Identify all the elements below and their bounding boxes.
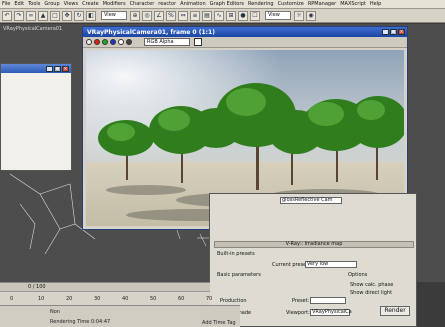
link-icon[interactable]: ∞	[26, 10, 36, 21]
redo-icon[interactable]: ↷	[14, 10, 24, 21]
app-window: File Edit Tools Group Views Create Modifiers Ch…	[0, 0, 445, 327]
add-time-tag[interactable]: Add Time Tag	[202, 320, 236, 326]
frame-buffer-toolbar: RGB Alpha	[83, 37, 407, 48]
mirror-icon[interactable]: ⇔	[178, 10, 188, 21]
menu-item-file[interactable]: File	[2, 0, 10, 9]
frame-buffer-title: VRayPhysicalCamera01, frame 0 (1:1)	[87, 28, 215, 36]
dialog-title-bar: _ □ ×	[1, 64, 71, 73]
menu-item-rpmanager[interactable]: RPManager	[308, 0, 336, 9]
basic-parameters-label: Basic parameters	[217, 272, 261, 278]
menu-item-reactor[interactable]: reactor	[158, 0, 176, 9]
select-region-icon[interactable]: □	[50, 10, 60, 21]
selection-status: Non	[50, 309, 60, 315]
menu-item-tools[interactable]: Tools	[28, 0, 40, 9]
floating-dialog: _ □ ×	[0, 63, 72, 171]
main-toolbar: ↶ ↷ ∞ ▲ □ ✥ ↻ ◧ View ⊕ ◎ ∠ % ⇔ ≡ ▤ ∿ ⊞ ●…	[0, 9, 445, 23]
blue-channel-icon[interactable]	[110, 39, 116, 45]
status-bar: Non Rendering Time 0:04:47	[0, 305, 210, 327]
preset-select[interactable]	[310, 297, 346, 304]
menu-item-maxscript[interactable]: MAXScript	[340, 0, 366, 9]
angle-snap-icon[interactable]: ∠	[154, 10, 164, 21]
time-tag-area: Add Time Tag	[200, 305, 240, 327]
show-direct-light-checkbox[interactable]: Show direct light	[350, 290, 392, 296]
menu-item-graph-editors[interactable]: Graph Editors	[210, 0, 244, 9]
frame-buffer-title-bar: VRayPhysicalCamera01, frame 0 (1:1) _ □ …	[83, 27, 407, 37]
irradiance-map-rollout[interactable]: V-Ray:: Irradiance map	[214, 241, 414, 248]
trackbar-tick-label: 50	[150, 296, 157, 302]
render-type-select[interactable]: View	[265, 11, 291, 20]
render-setup-icon[interactable]: ☐	[250, 10, 260, 21]
trackbar-tick-label: 40	[122, 296, 129, 302]
minimize-icon[interactable]: _	[46, 65, 53, 72]
menu-item-group[interactable]: Group	[44, 0, 59, 9]
menu-item-animation[interactable]: Animation	[180, 0, 206, 9]
rendering-time: Rendering Time 0:04:47	[50, 319, 111, 325]
trackbar-tick-label: 0	[10, 296, 14, 302]
menu-item-character[interactable]: Character	[130, 0, 155, 9]
rotate-icon[interactable]: ↻	[74, 10, 84, 21]
built-in-presets-label: Built-in presets	[217, 251, 255, 257]
undo-icon[interactable]: ↶	[2, 10, 12, 21]
trackbar-tick-label: 30	[94, 296, 101, 302]
maximize-icon[interactable]: □	[54, 65, 61, 72]
move-icon[interactable]: ✥	[62, 10, 72, 21]
layer-icon[interactable]: ▤	[202, 10, 212, 21]
render-button[interactable]: Render	[380, 306, 410, 316]
reference-coordinate-select[interactable]: View	[101, 11, 127, 20]
color-swatch[interactable]	[194, 38, 202, 46]
trackbar-tick-label: 70	[206, 296, 213, 302]
menu-item-create[interactable]: Create	[82, 0, 99, 9]
menu-item-modifiers[interactable]: Modifiers	[103, 0, 126, 9]
quick-render-icon[interactable]: ☼	[294, 10, 304, 21]
mono-icon[interactable]	[126, 39, 132, 45]
curve-editor-icon[interactable]: ∿	[214, 10, 224, 21]
channel-select[interactable]: RGB Alpha	[144, 38, 190, 46]
maximize-icon[interactable]: □	[390, 29, 397, 35]
menu-item-views[interactable]: Views	[64, 0, 78, 9]
show-calc-phase-checkbox[interactable]: Show calc. phase	[350, 282, 393, 288]
close-icon[interactable]: ×	[398, 29, 405, 35]
trackbar-tick-label: 20	[66, 296, 73, 302]
time-slider[interactable]: 0 / 100	[0, 282, 210, 291]
alpha-channel-icon[interactable]	[118, 39, 124, 45]
scale-icon[interactable]: ◧	[86, 10, 96, 21]
schematic-icon[interactable]: ⊞	[226, 10, 236, 21]
top-field[interactable]: glossReflective Cam	[280, 197, 342, 204]
close-icon[interactable]: ×	[62, 65, 69, 72]
menu-item-rendering[interactable]: Rendering	[248, 0, 274, 9]
menu-item-help[interactable]: Help	[370, 0, 381, 9]
red-channel-toggle[interactable]	[86, 39, 92, 45]
minimize-icon[interactable]: _	[382, 29, 389, 35]
pivot-icon[interactable]: ⊕	[130, 10, 140, 21]
render-icon[interactable]: ◉	[306, 10, 316, 21]
viewport-select[interactable]: VRayPhysicalCa	[310, 309, 352, 316]
material-editor-icon[interactable]: ●	[238, 10, 248, 21]
render-settings-panel: glossReflective Cam V-Ray:: Irradiance m…	[209, 193, 417, 327]
percent-snap-icon[interactable]: %	[166, 10, 176, 21]
snap-icon[interactable]: ◎	[142, 10, 152, 21]
menu-bar: File Edit Tools Group Views Create Modifiers Ch…	[0, 0, 445, 9]
options-label: Options	[348, 272, 368, 278]
trackbar-tick-label: 60	[178, 296, 185, 302]
menu-item-customize[interactable]: Customize	[278, 0, 304, 9]
select-icon[interactable]: ▲	[38, 10, 48, 21]
align-icon[interactable]: ≡	[190, 10, 200, 21]
viewport-label: Viewport:	[286, 310, 310, 316]
trackbar-tick-label: 10	[38, 296, 45, 302]
menu-item-edit[interactable]: Edit	[14, 0, 24, 9]
red-channel-icon[interactable]	[94, 39, 100, 45]
preset-label: Preset:	[292, 298, 310, 304]
green-channel-icon[interactable]	[102, 39, 108, 45]
trackbar[interactable]: 0 10 20 30 40 50 60 70	[0, 291, 213, 305]
production-radio[interactable]: Production	[220, 298, 247, 304]
current-preset-select[interactable]: Very low	[305, 261, 357, 268]
